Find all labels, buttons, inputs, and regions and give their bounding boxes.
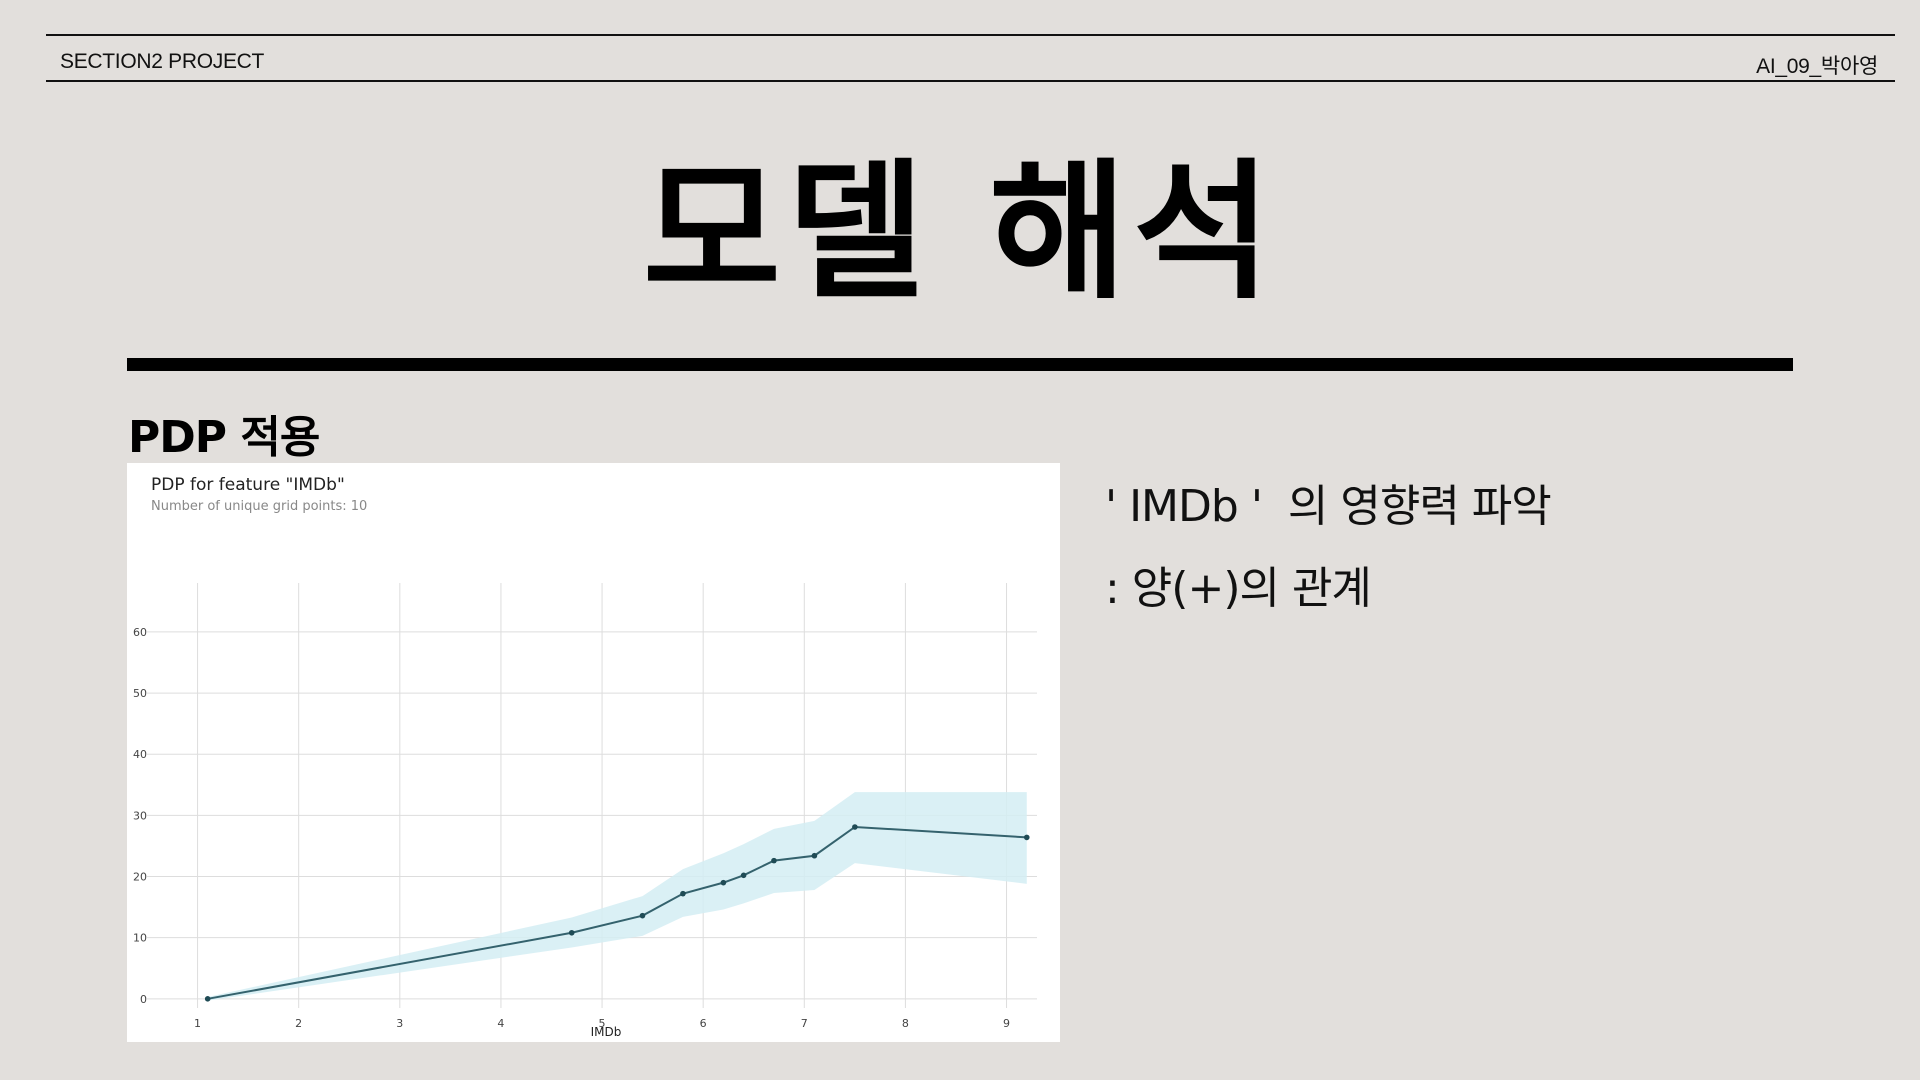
x-tick-label: 6: [700, 1017, 707, 1030]
pdp-point: [639, 912, 646, 919]
x-tick-label: 9: [1003, 1017, 1010, 1030]
pdp-point: [771, 857, 777, 864]
pdp-chart-panel: PDP for feature "IMDb" Number of unique …: [127, 463, 1060, 1042]
pdp-point: [204, 996, 211, 1002]
pdp-point: [740, 872, 747, 879]
section-label: SECTION2 PROJECT: [60, 50, 265, 73]
chart-title: PDP for feature "IMDb": [151, 475, 345, 495]
y-tick-label: 20: [133, 871, 147, 884]
confidence-band-layer: [207, 792, 1027, 1001]
pdp-point: [568, 929, 575, 936]
x-tick-label: 8: [902, 1017, 909, 1030]
title-divider: [127, 358, 1793, 371]
description-line-2: : 양(+)의 관계: [1105, 563, 1372, 614]
y-tick-label: 30: [133, 809, 147, 822]
confidence-band: [207, 792, 1027, 1001]
y-tick-label: 50: [133, 687, 147, 700]
pdp-point: [720, 879, 727, 886]
y-tick-label: 10: [133, 932, 147, 945]
description-line-1: ' IMDb ' 의 영향력 파악: [1105, 481, 1552, 532]
header-top-rule: [46, 34, 1895, 36]
pdp-point: [811, 852, 818, 859]
y-tick-label: 60: [133, 626, 147, 639]
pdp-point: [680, 890, 686, 897]
page-title: 모델 해석: [642, 146, 1278, 320]
x-tick-label: 4: [497, 1017, 504, 1030]
y-tick-label: 40: [133, 748, 147, 761]
pdp-point: [852, 824, 858, 830]
header-bottom-rule: [46, 80, 1895, 82]
y-tick-label: 0: [140, 993, 147, 1006]
pdp-chart: PDP for feature "IMDb" Number of unique …: [133, 475, 1037, 1039]
chart-subtitle: Number of unique grid points: 10: [151, 499, 367, 514]
x-tick-label: 1: [194, 1017, 201, 1030]
author-label: AI_09_박아영: [1756, 55, 1878, 78]
x-tick-label: 3: [396, 1017, 403, 1030]
pdp-point: [1023, 834, 1030, 841]
x-axis-label: IMDb: [591, 1025, 622, 1039]
x-tick-label: 7: [801, 1017, 808, 1030]
x-tick-label: 2: [295, 1017, 302, 1030]
section-heading: PDP 적용: [128, 412, 320, 463]
